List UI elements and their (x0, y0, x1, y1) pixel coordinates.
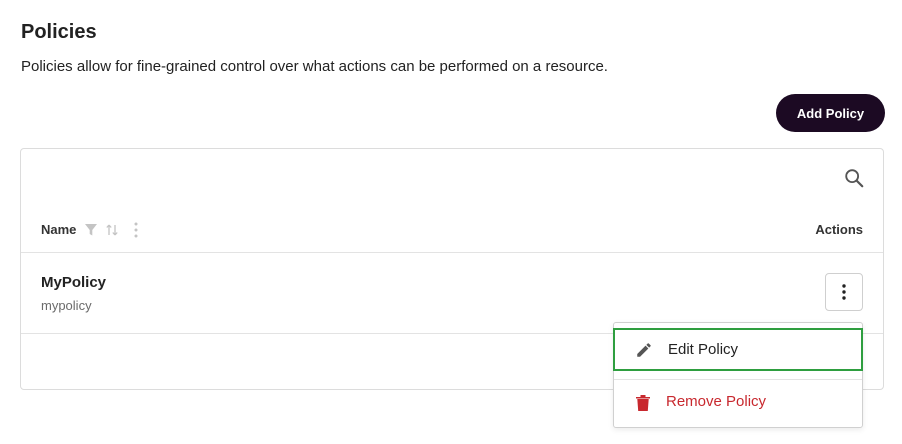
policies-page: Policies Policies allow for fine-grained… (0, 0, 902, 444)
policy-id: mypolicy (41, 298, 92, 313)
row-actions-button[interactable] (825, 273, 863, 311)
table-header: Name Actions (21, 207, 883, 253)
sort-icon[interactable] (105, 222, 119, 238)
pencil-icon (634, 340, 654, 360)
menu-item-remove-policy[interactable]: Remove Policy (614, 380, 862, 425)
add-policy-button[interactable]: Add Policy (776, 94, 885, 132)
page-title: Policies (21, 21, 97, 43)
menu-item-edit-policy[interactable]: Edit Policy (613, 328, 863, 371)
column-header-name[interactable]: Name (41, 222, 76, 237)
column-header-actions: Actions (815, 222, 863, 237)
row-actions-menu: Edit Policy Remove Policy (613, 322, 863, 428)
page-description: Policies allow for fine-grained control … (21, 58, 608, 75)
search-icon[interactable] (841, 165, 867, 191)
trash-icon (633, 393, 653, 413)
menu-item-label: Remove Policy (666, 393, 767, 410)
kebab-icon (842, 284, 846, 300)
column-menu-kebab-icon[interactable] (129, 222, 143, 238)
menu-item-label: Edit Policy (668, 341, 739, 358)
policy-name: MyPolicy (41, 274, 107, 291)
filter-icon[interactable] (84, 222, 98, 238)
